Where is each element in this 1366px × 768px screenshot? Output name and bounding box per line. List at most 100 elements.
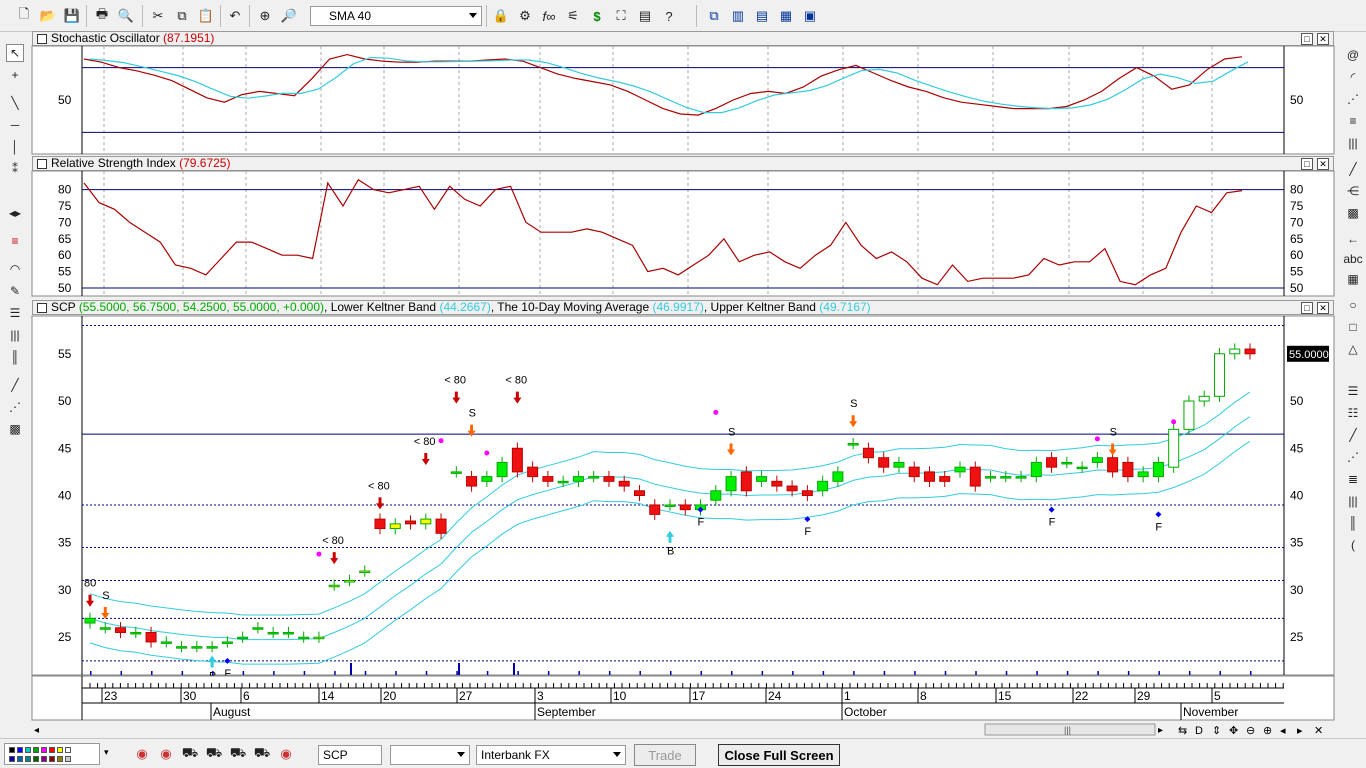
chrome-icon[interactable]: ◉	[276, 744, 296, 764]
fib-ext-icon[interactable]: ☰	[1344, 382, 1362, 400]
lines-icon[interactable]: ≡	[1344, 112, 1362, 130]
fib-icon[interactable]: ⁑	[6, 160, 24, 178]
cut-icon[interactable]: ✂	[148, 6, 168, 26]
ohlc-values: (55.5000, 56.7500, 54.2500, 55.0000, +0.…	[78, 300, 325, 314]
maximize-icon[interactable]: □	[1301, 33, 1313, 45]
regression-icon[interactable]: ≣	[1344, 470, 1362, 488]
layout-icon[interactable]: ▣	[800, 6, 820, 26]
car-icon[interactable]: ⛟	[180, 744, 200, 764]
fib-retrace-icon[interactable]: ☰	[6, 304, 24, 322]
signal-arrow-down	[513, 391, 522, 404]
cascade-icon[interactable]: ⧉	[704, 6, 724, 26]
copy-icon[interactable]: ⧉	[172, 6, 192, 26]
fan-icon[interactable]: ⋰	[6, 398, 24, 416]
triangle-icon[interactable]: △	[1344, 340, 1362, 358]
color-palette[interactable]	[4, 743, 100, 765]
candle-body	[84, 617, 96, 624]
close-icon[interactable]: ✕	[1317, 158, 1329, 170]
lock-icon[interactable]: 🔒	[491, 6, 511, 26]
arc-tool-icon[interactable]: ◜	[1344, 68, 1362, 86]
grid2-icon[interactable]: ▩	[1344, 204, 1362, 222]
close-icon[interactable]: ✕	[1317, 302, 1329, 314]
indicator-select[interactable]: SMA 40	[310, 6, 482, 26]
tree-icon[interactable]: ⚟	[563, 6, 583, 26]
period-select[interactable]	[390, 745, 470, 765]
cycle2-icon[interactable]: ⋰	[1344, 448, 1362, 466]
line-tool-icon[interactable]: ╱	[6, 376, 24, 394]
pencil-icon[interactable]: ✎	[6, 282, 24, 300]
maximize-icon[interactable]: □	[1301, 158, 1313, 170]
upper-band-value: (49.7167)	[819, 300, 871, 314]
scroll-icon[interactable]: ◂▸	[6, 204, 24, 222]
settings-icon[interactable]: ▤	[635, 6, 655, 26]
signal-dot	[1171, 419, 1177, 425]
zoom-icon[interactable]: 🔎	[279, 6, 299, 26]
curve-icon[interactable]: (	[1344, 536, 1362, 554]
trendline-icon[interactable]: ╲	[6, 94, 24, 112]
line2-icon[interactable]: ╱	[1344, 426, 1362, 444]
fan-tool-icon[interactable]: ⋰	[1344, 90, 1362, 108]
undo-icon[interactable]: ↶	[225, 6, 245, 26]
bars2-icon[interactable]: ║	[1344, 514, 1362, 532]
channel-icon[interactable]: ≡	[6, 232, 24, 250]
candle-body	[206, 646, 218, 649]
chevron-down-icon	[469, 13, 477, 18]
x-axis-frame	[31, 675, 1335, 721]
close-fullscreen-button[interactable]: Close Full Screen	[718, 744, 840, 766]
paste-icon[interactable]: 📋	[196, 6, 216, 26]
crosshair-tool-icon[interactable]: +	[6, 66, 24, 84]
car-icon[interactable]: ⛟	[204, 744, 224, 764]
function-icon[interactable]: f∞	[539, 6, 559, 26]
volume-bar	[242, 671, 245, 675]
signal-arrow-down	[86, 594, 94, 607]
symbol-input[interactable]: SCP	[318, 745, 382, 765]
chrome-icon[interactable]: ◉	[132, 744, 152, 764]
dollar-icon[interactable]: $	[587, 6, 607, 26]
car-icon[interactable]: ⛟	[252, 744, 272, 764]
fib-time-icon[interactable]: ☷	[1344, 404, 1362, 422]
chevron-down-icon[interactable]: ▾	[104, 747, 109, 758]
tile-vertical-icon[interactable]: ▥	[728, 6, 748, 26]
new-file-icon[interactable]: 🗋	[14, 6, 34, 26]
open-folder-icon[interactable]: 📂	[38, 6, 58, 26]
car-icon[interactable]: ⛟	[228, 744, 248, 764]
tile-horizontal-icon[interactable]: ▤	[752, 6, 772, 26]
cycle-icon[interactable]: |||	[6, 326, 24, 344]
maximize-icon[interactable]: □	[1301, 302, 1313, 314]
signal-label: F	[698, 517, 705, 529]
pointer-icon[interactable]: ↖	[6, 44, 24, 62]
trade-button[interactable]: Trade	[634, 744, 696, 766]
arc-icon[interactable]: ◠	[6, 260, 24, 278]
ray-icon[interactable]: ╱	[1344, 160, 1362, 178]
price-chart[interactable]: 50 5080 8075 7570 7065 6560 6055 5550 5055 5550 50…	[0, 0, 1366, 738]
text-icon[interactable]: abc	[1343, 250, 1362, 268]
horizontal-line-icon[interactable]: ─	[6, 116, 24, 134]
arrow-left-icon[interactable]: ←	[1344, 230, 1362, 248]
chevron-down-icon	[457, 752, 465, 757]
print-preview-icon[interactable]: 🔍	[116, 6, 136, 26]
pitchfork-icon[interactable]: ⋲	[1344, 182, 1362, 200]
candle-body	[1091, 457, 1103, 463]
feed-select[interactable]: Interbank FX	[476, 745, 626, 765]
chrome-icon[interactable]: ◉	[156, 744, 176, 764]
tile-grid-icon[interactable]: ▦	[776, 6, 796, 26]
rectangle-icon[interactable]: □	[1344, 318, 1362, 336]
bars-icon[interactable]: |||	[1344, 134, 1362, 152]
help-icon[interactable]: ?	[659, 6, 679, 26]
vertical-line-icon[interactable]: │	[6, 138, 24, 156]
signal-label: < 80	[322, 535, 344, 547]
close-icon[interactable]: ✕	[1317, 33, 1329, 45]
binoculars-icon[interactable]: ⛶	[611, 6, 631, 26]
crosshair-icon[interactable]: ⊕	[255, 6, 275, 26]
spiral-icon[interactable]: @	[1344, 46, 1362, 64]
ellipse-icon[interactable]: ○	[1344, 296, 1362, 314]
save-icon[interactable]: 💾	[62, 6, 82, 26]
table-icon[interactable]: ▦	[1344, 270, 1362, 288]
nav-control-icon: ✕	[1314, 725, 1323, 737]
signal-dot	[713, 409, 719, 415]
speed-icon[interactable]: |||	[1344, 492, 1362, 510]
grid-tool-icon[interactable]: ▩	[6, 420, 24, 438]
gann-icon[interactable]: ║	[6, 348, 24, 366]
print-icon[interactable]: 🖶	[92, 6, 112, 26]
expert-icon[interactable]: ⚙	[515, 6, 535, 26]
